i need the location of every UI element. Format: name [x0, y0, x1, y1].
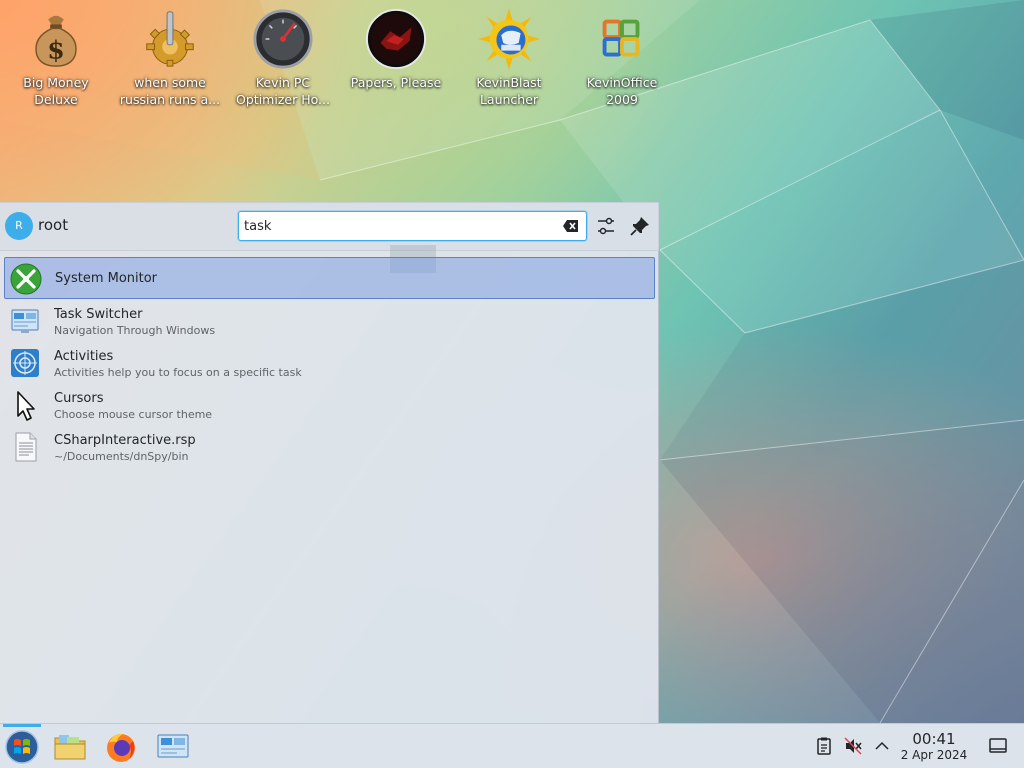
clock-date[interactable]: 2 Apr 2024 — [896, 748, 972, 762]
username: root — [38, 216, 69, 234]
configure-icon[interactable] — [595, 215, 617, 237]
desktop-icon-russian-game[interactable]: when some russian runs a... — [118, 8, 222, 108]
desktop-icon-kevin-pc-optimizer[interactable]: Kevin PC Optimizer Ho... — [231, 8, 335, 108]
task-switcher-icon[interactable] — [155, 729, 191, 765]
chevron-up-icon[interactable] — [872, 736, 892, 756]
speedometer-icon — [253, 9, 313, 69]
desktop-icon-kevinblast-launcher[interactable]: KevinBlast Launcher — [457, 8, 561, 108]
text-file-icon — [15, 432, 37, 462]
system-monitor-icon — [10, 263, 42, 295]
volume-muted-icon[interactable] — [843, 736, 863, 756]
papers-please-icon — [365, 8, 427, 70]
result-subtitle: Choose mouse cursor theme — [54, 408, 213, 421]
start-menu-icon[interactable] — [4, 729, 40, 765]
desktop-icon-papers-please[interactable]: Papers, Please — [344, 8, 448, 91]
desktop-icon-label: KevinBlast Launcher — [476, 75, 542, 107]
taskbar: 00:41 2 Apr 2024 — [0, 723, 1024, 768]
activities-icon — [11, 349, 39, 377]
search-input[interactable] — [244, 216, 554, 237]
desktop-icon-label: when some russian runs a... — [119, 75, 221, 107]
result-subtitle: Navigation Through Windows — [54, 324, 216, 337]
money-bag-icon: $ — [35, 15, 77, 67]
clear-search-icon[interactable] — [562, 218, 580, 234]
desktop-icon-kevinoffice[interactable]: KevinOffice 2009 — [570, 8, 674, 108]
desktop-icon-big-money-deluxe[interactable]: $ Big Money Deluxe — [4, 8, 108, 108]
office-logo-icon — [602, 19, 640, 57]
result-title: System Monitor — [55, 271, 158, 286]
result-title: CSharpInteractive.rsp — [54, 433, 196, 448]
result-activities[interactable]: Activities Activities help you to focus … — [4, 342, 655, 384]
result-cursors[interactable]: Cursors Choose mouse cursor theme — [4, 384, 655, 426]
clipboard-icon[interactable] — [814, 736, 834, 756]
gear-joystick-icon — [146, 11, 194, 67]
clock-time[interactable]: 00:41 — [900, 730, 968, 748]
search-box[interactable] — [238, 211, 587, 241]
result-csharpinteractive[interactable]: CSharpInteractive.rsp ~/Documents/dnSpy/… — [4, 426, 655, 468]
task-switcher-icon — [11, 309, 39, 333]
cursor-icon — [17, 391, 35, 421]
result-title: Task Switcher — [54, 307, 143, 322]
result-title: Cursors — [54, 391, 104, 406]
result-subtitle: Activities help you to focus on a specif… — [54, 366, 302, 379]
application-launcher: R root System Monitor — [0, 202, 659, 723]
firefox-icon[interactable] — [103, 729, 139, 765]
desktop-icon-label: Big Money Deluxe — [23, 75, 89, 107]
desktop-icon-label: KevinOffice 2009 — [586, 75, 658, 107]
launcher-header: R root — [0, 203, 659, 251]
svg-text:$: $ — [47, 34, 65, 64]
show-desktop-icon[interactable] — [988, 736, 1008, 756]
sun-globe-icon — [478, 8, 540, 70]
result-task-switcher[interactable]: Task Switcher Navigation Through Windows — [4, 300, 655, 342]
file-manager-icon[interactable] — [52, 729, 88, 765]
active-indicator — [3, 724, 41, 727]
result-subtitle: ~/Documents/dnSpy/bin — [54, 450, 189, 463]
result-title: Activities — [54, 349, 114, 364]
desktop-icon-label: Papers, Please — [350, 75, 442, 90]
avatar[interactable]: R — [5, 212, 33, 240]
pin-icon[interactable] — [629, 215, 651, 237]
result-system-monitor[interactable]: System Monitor — [4, 257, 655, 299]
desktop-icon-label: Kevin PC Optimizer Ho... — [236, 75, 330, 107]
